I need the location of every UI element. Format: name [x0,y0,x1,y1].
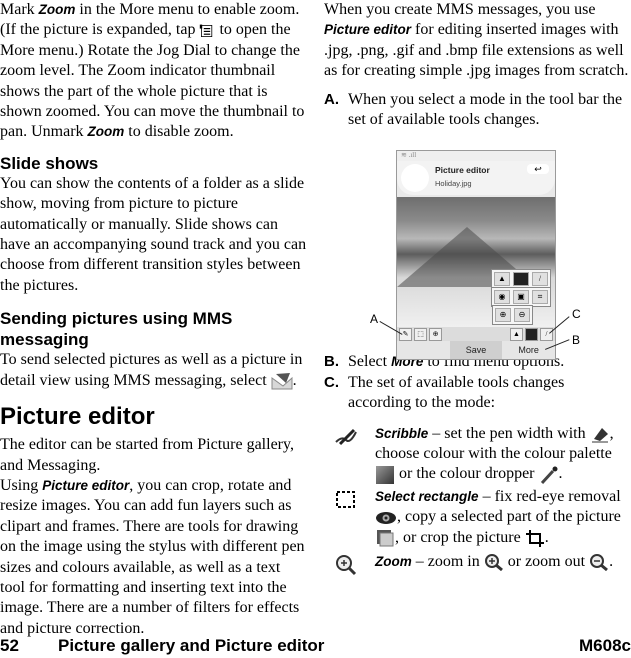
model-name: M608c [579,636,631,655]
app-header: Picture editor Holiday.jpg ↩ [397,161,555,195]
zoom-out-icon [590,554,609,572]
file-name: Holiday.jpg [435,179,472,188]
copy-icon [377,530,394,547]
picture-editor-body: Using Picture editor, you can crop, rota… [0,476,305,637]
zoom-in-icon [484,554,503,572]
page-number: 52 [0,636,19,655]
popup-row-scribble: ▲ / [491,269,551,289]
slide-shows-body: You can show the contents of a folder as… [0,174,307,294]
crop-icon[interactable]: ⌗ [532,290,548,304]
select-rectangle-icon [336,490,355,508]
picture-editor-heading: Picture editor [0,403,155,431]
page-footer: 52 Picture gallery and Picture editor M6… [0,636,631,658]
softkey-bar: Save More [397,341,555,359]
zoom-mode-button[interactable]: ⊕ [429,328,442,341]
mms-intro-paragraph: When you create MMS messages, you use Pi… [324,1,629,80]
popup-row-select: ◉ ▣ ⌗ [491,287,551,307]
more-softkey[interactable]: More [502,341,555,359]
item-c: C. The set of available tools changes ac… [324,373,565,412]
callout-a: A [370,312,379,326]
mms-heading: Sending pictures using MMS messaging [0,309,233,350]
zoom-out-icon[interactable]: ⊖ [514,308,530,322]
pen-width-icon [591,427,608,443]
left-column: Mark Zoom in the More menu to enable zoo… [0,0,308,639]
select-rectangle-mode-button[interactable]: ⬚ [414,328,427,341]
red-eye-icon [376,511,396,524]
phone-screenshot: ≋ .ıll Picture editor Holiday.jpg ↩ ▲ / … [396,150,556,360]
colour-dropper-icon[interactable]: / [532,272,548,286]
pen-width-button[interactable]: ▲ [510,328,523,341]
save-softkey[interactable]: Save [449,341,503,359]
picture-editor-intro: The editor can be started from Picture g… [0,436,294,474]
callout-b: B [572,333,581,347]
zoom-term: Zoom [38,2,76,17]
callout-c: C [572,307,581,321]
tool-row-scribble: Scribble – set the pen width with , choo… [324,424,631,485]
zoom-term: Zoom [87,124,125,140]
item-a: A. When you select a mode in the tool ba… [324,90,623,129]
editor-toolbar: ✎ ⬚ ⊕ ▲ / [397,327,555,341]
picture-editor-term: Picture editor [324,22,412,38]
zoom-icon [336,555,357,576]
chapter-title: Picture gallery and Picture editor [58,636,325,655]
zoom-paragraph: Mark Zoom in the More menu to enable zoo… [0,1,305,141]
tool-row-select-rectangle: Select rectangle – fix red-eye removal ,… [324,487,631,548]
slide-shows-heading: Slide shows [0,153,99,173]
popup-row-zoom: ⊕ ⊖ [492,305,533,325]
status-bar: ≋ .ıll [397,151,555,161]
colour-palette-icon[interactable] [513,272,529,286]
colour-dropper-icon [540,466,558,484]
more-menu-icon [200,24,213,37]
mms-send-icon [271,373,293,390]
back-icon[interactable]: ↩ [527,164,549,174]
mms-body: To send selected pictures as well as a p… [0,351,303,390]
app-title: Picture editor [435,165,490,175]
softkey-left[interactable] [397,341,450,359]
picture-editor-term: Picture editor [42,477,130,493]
scribble-icon [335,428,357,445]
colour-palette-button[interactable] [525,328,538,341]
zoom-in-icon[interactable]: ⊕ [495,308,511,322]
tool-row-zoom: Zoom – zoom in or zoom out . [324,552,631,576]
picture-editor-app-icon [401,164,429,192]
pen-width-icon[interactable]: ▲ [494,272,510,286]
colour-palette-icon [376,465,394,484]
copy-icon[interactable]: ▣ [513,290,529,304]
red-eye-icon[interactable]: ◉ [494,290,510,304]
crop-icon [525,530,544,548]
